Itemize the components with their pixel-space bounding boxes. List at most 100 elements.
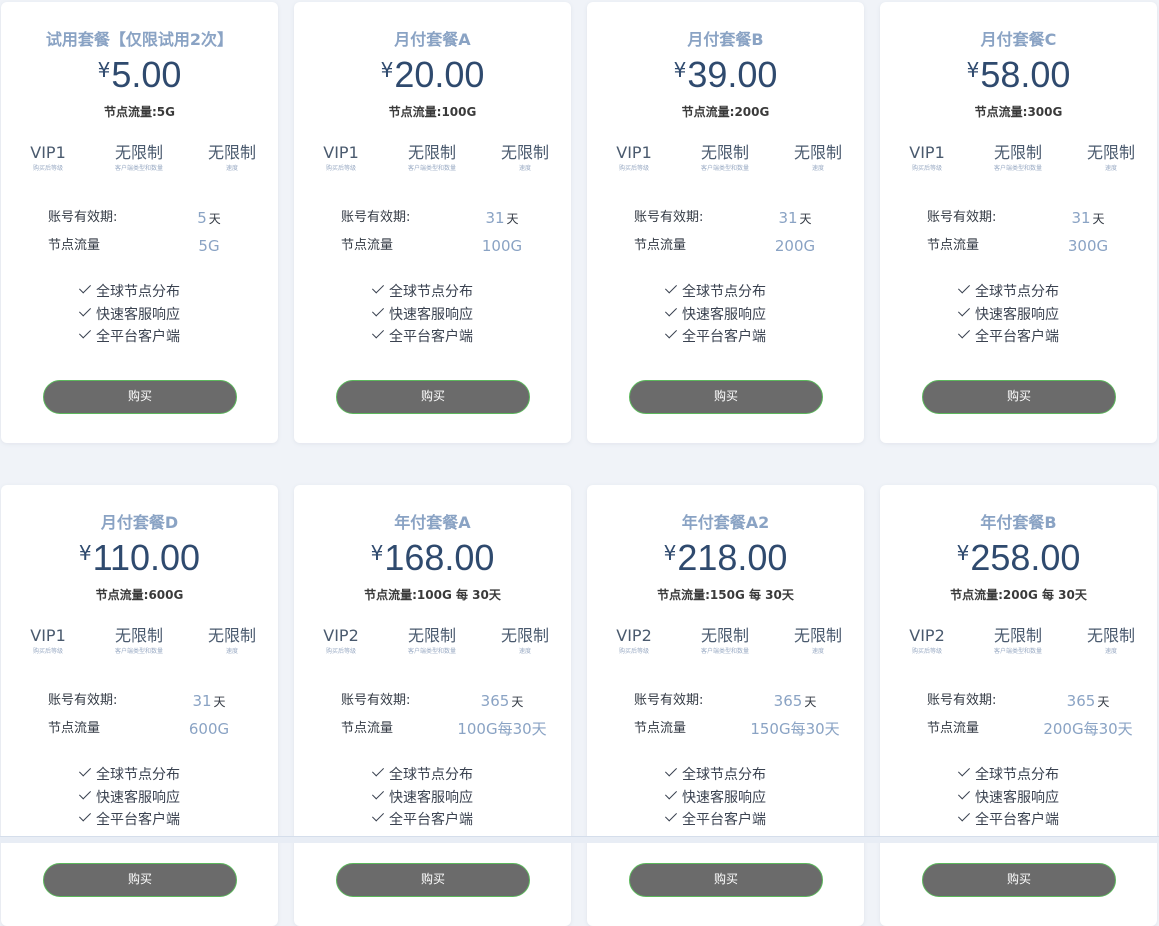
validity-days: 31: [778, 209, 798, 227]
feature-item: 快速客服响应: [664, 303, 766, 327]
stat-speed-caption: 速度: [518, 165, 531, 172]
validity-label: 账号有效期:: [634, 693, 704, 708]
currency-symbol: ¥: [370, 541, 384, 565]
check-icon: [664, 281, 678, 294]
validity-value: 31 天: [1030, 206, 1146, 231]
plan-traffic-summary: 节点流量:300G: [974, 105, 1063, 119]
traffic-row: 节点流量 200G每30天: [880, 717, 1157, 741]
plan-price: ¥39.00: [587, 54, 864, 96]
plan-title: 月付套餐A: [394, 30, 471, 49]
feature-item: 全平台客户端: [78, 809, 180, 832]
validity-value: 31 天: [444, 206, 560, 231]
check-icon: [957, 326, 971, 339]
buy-button[interactable]: 购买: [922, 863, 1116, 897]
day-unit: 天: [506, 212, 519, 226]
buy-button[interactable]: 购买: [629, 863, 823, 897]
feature-item: 快速客服响应: [78, 303, 180, 327]
buy-button[interactable]: 购买: [43, 380, 237, 414]
validity-value: 365 天: [1030, 689, 1146, 714]
feature-item: 全球节点分布: [664, 281, 766, 304]
check-icon: [957, 764, 971, 777]
plan-price: ¥58.00: [880, 54, 1157, 96]
buy-button[interactable]: 购买: [922, 380, 1116, 414]
validity-row: 账号有效期: 365 天: [587, 689, 864, 713]
price-amount: 58.00: [980, 54, 1071, 95]
stat-level: VIP2 购买后等级: [881, 625, 973, 656]
validity-row: 账号有效期: 365 天: [294, 689, 571, 713]
stat-speed-caption: 速度: [1104, 165, 1117, 172]
stat-level-caption: 购买后等级: [618, 648, 649, 655]
plan-stats: VIP2 购买后等级 无限制 客户端类型和数量 无限制 速度: [294, 625, 571, 659]
feature-text: 全平台客户端: [975, 812, 1059, 828]
check-icon: [371, 764, 385, 777]
check-icon: [957, 303, 971, 317]
feature-text: 全平台客户端: [389, 329, 473, 345]
buy-button[interactable]: 购买: [43, 863, 237, 897]
stat-clients: 无限制 客户端类型和数量: [972, 142, 1064, 173]
traffic-row: 节点流量 150G每30天: [587, 717, 864, 741]
stat-clients-caption: 客户端类型和数量: [700, 648, 749, 655]
feature-item: 全球节点分布: [957, 281, 1059, 304]
feature-item: 全平台客户端: [78, 326, 180, 349]
check-icon: [371, 809, 385, 822]
stat-clients-caption: 客户端类型和数量: [407, 165, 456, 172]
stat-clients-caption: 客户端类型和数量: [993, 165, 1042, 172]
check-icon: [957, 281, 971, 294]
day-unit: 天: [804, 695, 817, 709]
currency-symbol: ¥: [97, 58, 111, 82]
stat-level-value: VIP1: [323, 143, 359, 162]
validity-value: 365 天: [737, 689, 853, 714]
traffic-value: 100G: [481, 237, 523, 255]
feature-item: 快速客服响应: [957, 786, 1059, 810]
feature-list: 全球节点分布 快速客服响应 全平台客户端: [664, 764, 766, 832]
feature-text: 全球节点分布: [389, 767, 473, 783]
plan-stats: VIP2 购买后等级 无限制 客户端类型和数量 无限制 速度: [587, 625, 864, 659]
check-icon: [664, 303, 678, 317]
validity-value: 31 天: [737, 206, 853, 231]
currency-symbol: ¥: [966, 58, 980, 82]
plan-traffic-summary: 节点流量:600G: [95, 588, 184, 602]
feature-item: 全平台客户端: [664, 809, 766, 832]
feature-text: 全平台客户端: [96, 812, 180, 828]
traffic-label: 节点流量: [634, 721, 687, 736]
buy-button[interactable]: 购买: [336, 863, 530, 897]
validity-value: 5天: [151, 206, 267, 231]
validity-row: 账号有效期: 31 天: [294, 206, 571, 230]
plan-price: ¥168.00: [294, 537, 571, 579]
buy-button[interactable]: 购买: [629, 380, 823, 414]
feature-item: 全球节点分布: [957, 764, 1059, 787]
stat-speed: 无限制 速度: [772, 625, 864, 656]
stat-speed-caption: 速度: [518, 648, 531, 655]
price-amount: 168.00: [384, 537, 495, 578]
plan-grid: 试用套餐【仅限试用2次】 ¥5.00 节点流量:5G VIP1 购买后等级 无限制 客户端类…: [0, 0, 1159, 926]
feature-item: 全平台客户端: [371, 809, 473, 832]
plan-stats: VIP2 购买后等级 无限制 客户端类型和数量 无限制 速度: [880, 625, 1157, 659]
stat-clients-value: 无限制: [993, 626, 1042, 645]
plan-stats: VIP1 购买后等级 无限制 客户端类型和数量 无限制 速度: [1, 625, 278, 659]
traffic-value: 200G: [774, 237, 816, 255]
check-icon: [371, 281, 385, 294]
stat-level-caption: 购买后等级: [32, 648, 63, 655]
plan-price: ¥110.00: [1, 537, 278, 579]
traffic-row: 节点流量 5G: [1, 234, 278, 258]
stat-level: VIP2 购买后等级: [295, 625, 387, 656]
plan-card: 月付套餐A ¥20.00 节点流量:100G VIP1 购买后等级 无限制 客户端类型和数量…: [294, 2, 571, 443]
feature-list: 全球节点分布 快速客服响应 全平台客户端: [371, 764, 473, 832]
feature-item: 全平台客户端: [664, 326, 766, 349]
validity-label: 账号有效期:: [341, 693, 411, 708]
buy-button[interactable]: 购买: [336, 380, 530, 414]
stat-clients: 无限制 客户端类型和数量: [972, 625, 1064, 656]
traffic-label: 节点流量: [341, 721, 394, 736]
feature-text: 快速客服响应: [682, 789, 766, 806]
plan-card: 年付套餐A ¥168.00 节点流量:100G 每 30天 VIP2 购买后等级 无限制客…: [294, 485, 571, 926]
plan-price: ¥218.00: [587, 537, 864, 579]
stat-level-value: VIP2: [323, 626, 359, 645]
plan-title: 试用套餐【仅限试用2次】: [45, 30, 234, 49]
plan-card: 月付套餐B ¥39.00 节点流量:200G VIP1 购买后等级 无限制 客户端类型和数量…: [587, 2, 864, 443]
stat-speed-value: 无限制: [793, 626, 842, 645]
feature-text: 全球节点分布: [96, 284, 180, 300]
validity-row: 账号有效期: 31 天: [587, 206, 864, 230]
feature-text: 全平台客户端: [682, 812, 766, 828]
stat-speed-value: 无限制: [207, 143, 256, 162]
price-amount: 110.00: [92, 537, 201, 578]
